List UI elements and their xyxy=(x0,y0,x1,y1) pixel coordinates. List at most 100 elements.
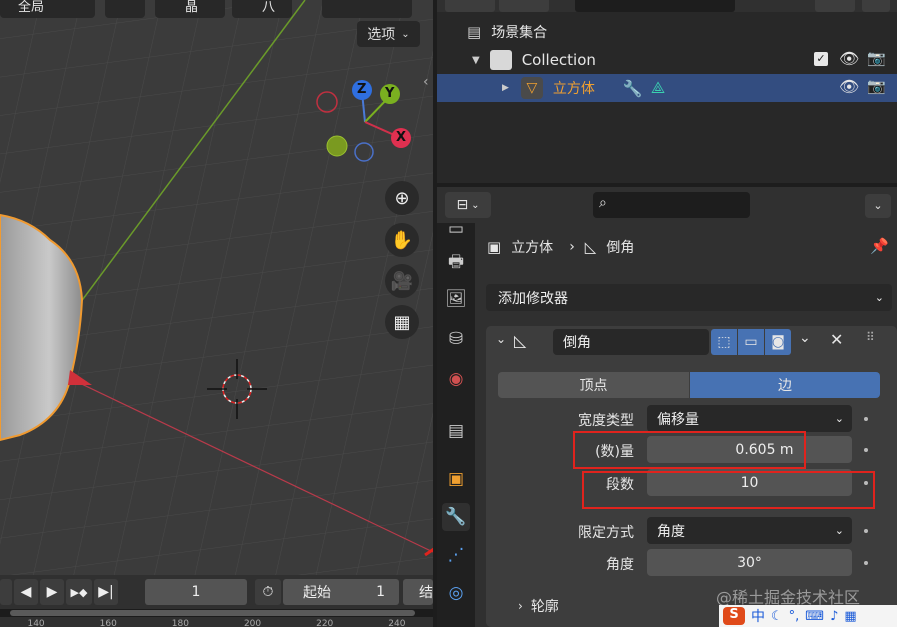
navigation-gizmo[interactable]: Z Y X xyxy=(315,80,415,170)
scrollbar-thumb[interactable] xyxy=(10,610,415,616)
jump-start-button[interactable] xyxy=(0,579,12,605)
jump-end-icon: ▶| xyxy=(98,584,114,600)
filter-dropdown[interactable] xyxy=(499,0,549,12)
mesh-object-icon: ▽ xyxy=(520,77,543,99)
camera-icon: 🎥 xyxy=(390,270,414,292)
tab-vertices[interactable]: 顶点 xyxy=(498,372,689,398)
play-reverse-button[interactable]: ◀ xyxy=(14,579,38,605)
start-frame-field[interactable]: 起始 1 xyxy=(283,579,399,605)
keyframe-dot[interactable] xyxy=(864,529,868,533)
physics-tab-icon[interactable]: ◎ xyxy=(442,579,470,607)
edit-mode-toggle[interactable]: ⬚ xyxy=(711,329,737,355)
collapse-icon[interactable]: ⌄ xyxy=(496,332,506,346)
properties-search-input[interactable]: ⌕ xyxy=(593,192,750,218)
camera-view-button[interactable]: 🎥 xyxy=(385,264,419,298)
outliner-search-input[interactable] xyxy=(575,0,735,12)
chevron-down-icon[interactable]: ⌄ xyxy=(799,330,811,346)
gizmo-toggle[interactable] xyxy=(322,0,412,18)
jump-end-button[interactable]: ▶| xyxy=(94,579,118,605)
object-row-cube[interactable]: ▶ ▽ 立方体 🔧 ⟁ 👁 📷 xyxy=(437,74,897,102)
keyframe-dot[interactable] xyxy=(864,561,868,565)
world-tab-icon[interactable]: ◉ xyxy=(442,365,470,393)
object-tab-icon[interactable]: ▣ xyxy=(442,465,470,493)
timeline[interactable]: ◀ ▶ ▶◆ ▶| 1 ⏱ 起始 1 结 140 160 180 200 220… xyxy=(0,575,433,627)
ime-language-toggle[interactable]: 中 xyxy=(751,606,765,626)
ortho-toggle-button[interactable]: ▦ xyxy=(385,305,419,339)
options-dropdown[interactable]: 选项 ⌄ xyxy=(357,21,420,47)
collection-tab-icon[interactable]: ▤ xyxy=(442,417,470,445)
tool-tab-icon[interactable]: ▭ xyxy=(442,215,470,243)
scene-collection-row[interactable]: ▤ 场景集合 xyxy=(437,18,897,46)
frame-ruler: 140 160 180 200 220 240 xyxy=(27,619,406,627)
highlight-amount xyxy=(573,431,806,469)
exclude-checkbox[interactable]: ✓ xyxy=(814,52,828,66)
eye-icon[interactable]: 👁 xyxy=(839,77,859,96)
frame-range-toggle[interactable]: ⏱ xyxy=(255,579,281,605)
pin-icon[interactable]: 📌 xyxy=(870,237,889,255)
punctuation-icon[interactable]: °, xyxy=(789,609,800,624)
properties-editor[interactable]: ⊟ ⌄ ⌕ ⌄ ▭ 🖶 🖼 ⛁ ◉ ▤ ▣ 🔧 ⋰ ◎ ▣ 立方体 › ◺ 倒角… xyxy=(437,187,897,627)
expand-down-icon[interactable]: ▼ xyxy=(472,55,480,66)
chevron-right-icon: › xyxy=(569,239,575,255)
render-camera-icon[interactable]: 📷 xyxy=(867,49,886,67)
modifier-tab-icon[interactable]: 🔧 xyxy=(442,503,470,531)
expand-right-icon[interactable]: ▶ xyxy=(502,83,509,93)
grid-icon: ▦ xyxy=(393,311,411,333)
options-chevron[interactable]: ⌄ xyxy=(865,194,891,218)
keyframe-dot[interactable] xyxy=(864,448,868,452)
object-icon: ▣ xyxy=(487,238,502,256)
chevron-down-icon: ⌄ xyxy=(873,199,883,212)
keyframe-dot[interactable] xyxy=(864,417,868,421)
3d-viewport[interactable]: 全局 晶 八 选项 ⌄ ‹ Z Y X ⊕ ✋ 🎥 ▦ xyxy=(0,0,433,575)
zoom-button[interactable]: ⊕ xyxy=(385,181,419,215)
viewport-header-item[interactable]: 全局 xyxy=(0,0,95,18)
current-frame-field[interactable]: 1 xyxy=(145,579,247,605)
add-modifier-dropdown[interactable]: 添加修改器 ⌄ xyxy=(486,284,892,311)
drag-handle-icon[interactable]: ⠿ xyxy=(866,330,875,344)
sidebar-toggle-icon[interactable]: ‹ xyxy=(423,74,429,90)
keyboard-icon[interactable]: ⌨ xyxy=(805,609,824,624)
tab-edges[interactable]: 边 xyxy=(690,372,880,398)
snap-target-dropdown[interactable]: 晶 xyxy=(155,0,225,18)
limit-method-dropdown[interactable]: 角度 ⌄ xyxy=(647,517,852,544)
limit-method-label: 限定方式 xyxy=(578,525,634,541)
grid-apps-icon[interactable]: ▦ xyxy=(844,609,856,624)
proportional-edit[interactable]: 八 xyxy=(232,0,292,18)
ime-logo-icon[interactable]: S xyxy=(723,607,745,625)
end-frame-field[interactable]: 结 xyxy=(403,579,433,605)
display-mode-dropdown[interactable] xyxy=(445,0,495,12)
next-keyframe-button[interactable]: ▶◆ xyxy=(66,579,92,605)
wrench-icon: 🔧 xyxy=(622,78,643,98)
angle-label: 角度 xyxy=(606,557,634,573)
render-toggle[interactable]: ◙ xyxy=(765,329,791,355)
timeline-scrollbar[interactable] xyxy=(0,609,433,617)
search-icon: ⌕ xyxy=(599,195,607,211)
play-button[interactable]: ▶ xyxy=(40,579,64,605)
viewport-toggle[interactable]: ▭ xyxy=(738,329,764,355)
outliner[interactable]: ▤ 场景集合 ▼ Collection ✓ 👁 📷 ▶ ▽ 立方体 🔧 ⟁ 👁 … xyxy=(437,0,897,183)
modifier-name-input[interactable]: 倒角 xyxy=(553,329,709,355)
particles-tab-icon[interactable]: ⋰ xyxy=(442,541,470,569)
voice-icon[interactable]: ♪ xyxy=(830,609,838,624)
collection-icon xyxy=(489,50,512,70)
view-layer-tab-icon[interactable]: ⛁ xyxy=(442,325,470,353)
collection-row[interactable]: ▼ Collection ✓ 👁 📷 xyxy=(437,46,897,74)
close-icon[interactable]: ✕ xyxy=(830,330,843,349)
properties-editor-icon: ⊟ xyxy=(456,197,469,213)
render-tab-icon[interactable]: 🖶 xyxy=(442,249,470,277)
angle-field[interactable]: 30° xyxy=(647,549,852,576)
profile-subpanel-header[interactable]: › 轮廓 xyxy=(518,596,559,616)
outliner-filter-button[interactable] xyxy=(815,0,855,12)
mesh-data-icon: ⟁ xyxy=(650,78,666,97)
pan-button[interactable]: ✋ xyxy=(385,223,419,257)
new-collection-button[interactable] xyxy=(862,0,890,12)
snap-toggle[interactable] xyxy=(105,0,145,18)
output-tab-icon[interactable]: 🖼 xyxy=(442,285,470,313)
render-camera-icon[interactable]: 📷 xyxy=(867,77,886,95)
width-type-label: 宽度类型 xyxy=(578,413,634,429)
eye-icon[interactable]: 👁 xyxy=(839,49,859,68)
bevel-modifier-icon: ◺ xyxy=(514,331,527,350)
width-type-dropdown[interactable]: 偏移量 ⌄ xyxy=(647,405,852,432)
moon-icon[interactable]: ☾ xyxy=(771,609,783,624)
properties-tabs: ▭ 🖶 🖼 ⛁ ◉ ▤ ▣ 🔧 ⋰ ◎ xyxy=(437,219,475,627)
